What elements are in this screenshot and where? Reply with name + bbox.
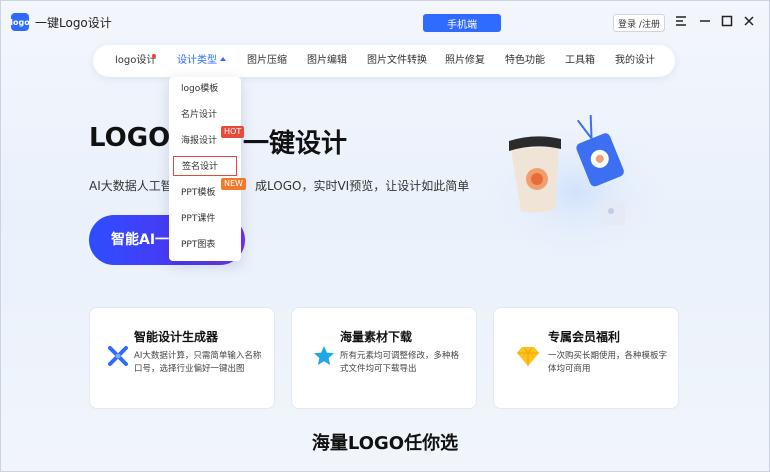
nav-item-label: 图片编辑	[307, 55, 347, 66]
dropdown-item-ppt-chart[interactable]: PPT图表	[173, 235, 237, 255]
feature-title: 智能设计生成器	[134, 330, 219, 344]
app-window: logo 一键Logo设计 手机端 登录 /注册 logo设计 设计类型 图片压…	[0, 0, 770, 472]
nav-item-file-convert[interactable]: 图片文件转换	[367, 45, 427, 77]
feature-desc: 所有元素均可调整修改，多种格式文件均可下载导出	[340, 351, 460, 374]
new-badge: NEW	[221, 178, 246, 190]
nav-item-label: 我的设计	[615, 55, 655, 66]
login-register-button[interactable]: 登录 /注册	[613, 14, 665, 32]
caret-up-icon	[220, 57, 226, 61]
hot-badge: HOT	[221, 126, 245, 138]
notification-dot	[152, 54, 156, 58]
x-shape-icon	[108, 346, 128, 366]
main-nav: logo设计 设计类型 图片压缩 图片编辑 图片文件转换 照片修复 特色功能 工…	[93, 45, 675, 77]
nav-item-special-features[interactable]: 特色功能	[505, 45, 545, 77]
nav-item-image-edit[interactable]: 图片编辑	[307, 45, 347, 77]
dropdown-item-ppt-courseware[interactable]: PPT课件	[173, 209, 237, 229]
app-title: 一键Logo设计	[35, 16, 112, 30]
star-icon	[314, 346, 334, 365]
feature-desc: AI大数据计算，只需简单输入名称口号，选择行业偏好一键出图	[134, 351, 262, 374]
nav-item-label: 工具箱	[565, 55, 595, 66]
nav-item-label: logo设计	[115, 55, 157, 66]
feature-card-material-download[interactable]: 海量素材下载 所有元素均可调整修改，多种格式文件均可下载导出	[291, 307, 477, 409]
nav-item-my-designs[interactable]: 我的设计	[615, 45, 655, 77]
feature-title: 专属会员福利	[548, 330, 621, 344]
dropdown-item-logo-template[interactable]: logo模板	[173, 79, 237, 99]
nav-item-label: 图片文件转换	[367, 55, 427, 66]
nav-item-photo-repair[interactable]: 照片修复	[445, 45, 485, 77]
dropdown-item-signature-design[interactable]: 签名设计	[173, 156, 237, 176]
feature-card-member-benefits[interactable]: 专属会员福利 一次购买长期使用，各种模板字体均可商用	[493, 307, 679, 409]
menu-icon[interactable]	[673, 13, 689, 29]
hero-title-right: 一键设计	[243, 129, 348, 159]
design-type-dropdown: logo模板 名片设计 海报设计 签名设计 PPT模板 PPT课件 PPT图表	[169, 77, 241, 261]
hero-title-left: LOGO·	[89, 123, 181, 153]
hero-subtitle-left: AI大数据人工智	[89, 179, 173, 193]
close-icon[interactable]	[741, 13, 757, 29]
hero-illustration	[481, 115, 671, 262]
hero-subtitle-right: 成LOGO，实时VI预览，让设计如此简单	[255, 179, 470, 193]
feature-card-smart-generator[interactable]: 智能设计生成器 AI大数据计算，只需简单输入名称口号，选择行业偏好一键出图	[89, 307, 275, 409]
nav-item-logo-design[interactable]: logo设计	[115, 45, 156, 77]
nav-item-label: 特色功能	[505, 55, 545, 66]
dropdown-item-business-card[interactable]: 名片设计	[173, 105, 237, 125]
minimize-icon[interactable]	[697, 13, 713, 29]
title-bar: logo 一键Logo设计 手机端 登录 /注册	[1, 1, 769, 41]
diamond-icon	[517, 346, 539, 366]
section-title: 海量LOGO任你选	[311, 433, 459, 454]
nav-item-image-compress[interactable]: 图片压缩	[247, 45, 287, 77]
feature-desc: 一次购买长期使用，各种模板字体均可商用	[548, 351, 668, 374]
mug-icon	[599, 201, 625, 225]
nav-item-label: 图片压缩	[247, 55, 287, 66]
maximize-icon[interactable]	[719, 13, 735, 29]
nav-item-label: 照片修复	[445, 55, 485, 66]
app-logo-icon: logo	[10, 13, 30, 31]
nav-item-toolbox[interactable]: 工具箱	[565, 45, 595, 77]
mobile-button[interactable]: 手机端	[423, 14, 501, 32]
nav-item-design-type[interactable]: 设计类型	[177, 45, 226, 77]
feature-title: 海量素材下载	[340, 330, 413, 344]
nav-item-label: 设计类型	[177, 55, 217, 66]
